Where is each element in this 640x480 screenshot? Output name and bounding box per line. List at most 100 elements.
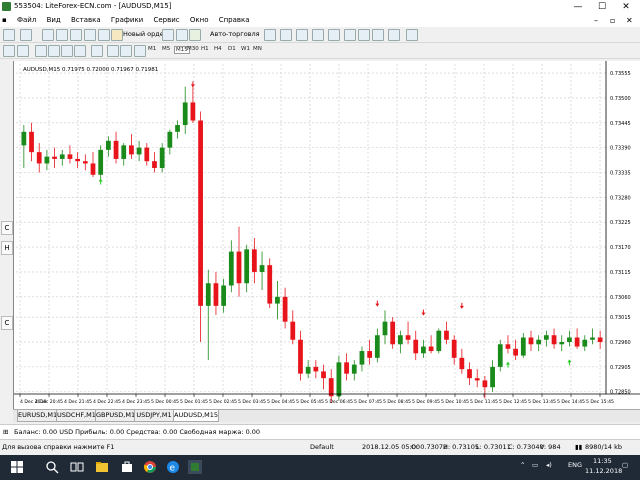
candle-body <box>259 265 265 272</box>
network-icon[interactable]: ▭ <box>532 461 538 469</box>
task-view-icon[interactable] <box>70 460 84 474</box>
auto-trading-button[interactable]: Авто-торговля <box>210 30 260 38</box>
candle-body <box>344 362 349 374</box>
candle-body <box>251 249 257 272</box>
candle-body <box>543 335 549 340</box>
indicators-icon[interactable] <box>388 29 400 41</box>
timeframe-h4[interactable]: H4 <box>214 46 222 52</box>
menu-file[interactable]: Файл <box>13 14 40 27</box>
chart-shift-icon[interactable] <box>372 29 384 41</box>
x-tick-label: 5 Dec 15:45 <box>586 399 614 405</box>
candlestick-chart-icon[interactable] <box>280 29 292 41</box>
zoom-out-icon[interactable] <box>328 29 340 41</box>
data-window-icon[interactable] <box>56 29 68 41</box>
menu-tools[interactable]: Сервис <box>149 14 183 27</box>
vertical-line-icon[interactable] <box>35 45 47 57</box>
terminal-icon[interactable] <box>84 29 96 41</box>
candle-body <box>574 337 580 347</box>
cursor-icon[interactable] <box>3 45 15 57</box>
clock-date[interactable]: 11.12.2018 <box>585 467 622 475</box>
timeframe-h1[interactable]: H1 <box>201 46 209 52</box>
shapes-icon[interactable] <box>134 45 146 57</box>
auto-scroll-icon[interactable] <box>358 29 370 41</box>
signals-icon[interactable] <box>176 29 188 41</box>
timeframe-mn[interactable]: MN <box>253 46 262 52</box>
trendline-icon[interactable] <box>61 45 73 57</box>
candle-body <box>129 145 134 155</box>
notifications-icon[interactable]: ▢ <box>622 461 628 469</box>
windows-start-icon[interactable] <box>10 460 24 474</box>
metaeditor-icon[interactable] <box>162 29 174 41</box>
candle-body <box>451 339 457 358</box>
side-tab-2[interactable]: H <box>1 241 13 255</box>
menu-help[interactable]: Справка <box>215 14 254 27</box>
text-icon[interactable] <box>107 45 119 57</box>
timeframe-m5[interactable]: M5 <box>162 46 170 52</box>
tab-usdjpy[interactable]: USDJPY,M1 <box>134 410 174 422</box>
tile-windows-icon[interactable] <box>344 29 356 41</box>
fibonacci-icon[interactable] <box>91 45 103 57</box>
y-tick-label: 0.73445 <box>610 121 631 127</box>
crosshair-icon[interactable] <box>17 45 29 57</box>
candle-body <box>121 145 127 159</box>
candlestick-chart[interactable]: 0.72850 0.72905 0.72960 0.73015 0.73060 0.731… <box>14 61 640 409</box>
menu-window[interactable]: Окно <box>186 14 213 27</box>
candle-body <box>159 147 165 168</box>
profiles-icon[interactable] <box>20 29 32 41</box>
market-watch-icon[interactable] <box>42 29 54 41</box>
store-icon[interactable] <box>120 460 134 474</box>
line-chart-icon[interactable] <box>296 29 308 41</box>
new-order-icon[interactable] <box>111 29 123 41</box>
volume-icon[interactable]: ◂) <box>546 461 552 469</box>
file-explorer-icon[interactable] <box>95 460 109 474</box>
child-close-button[interactable]: ✕ <box>622 14 637 27</box>
tray-arrow-icon[interactable]: ⌃ <box>520 461 525 469</box>
y-tick-label: 0.72905 <box>610 365 631 371</box>
tester-icon[interactable] <box>98 29 110 41</box>
candle-body <box>520 337 526 356</box>
y-tick-label: 0.72850 <box>610 390 631 396</box>
maximize-button[interactable]: ☐ <box>590 0 614 14</box>
text-label-icon[interactable] <box>120 45 132 57</box>
terminal-expand-icon[interactable]: ⊞ <box>3 428 8 436</box>
child-restore-button[interactable]: ▫ <box>606 14 619 27</box>
tab-usdchf[interactable]: USDCHF,M1 <box>56 410 96 422</box>
candle-body <box>36 152 42 164</box>
candle-body <box>59 154 65 159</box>
chart-window[interactable]: 0.72850 0.72905 0.72960 0.73015 0.73060 0.731… <box>13 61 640 409</box>
side-tab-3[interactable]: C <box>1 316 13 330</box>
tab-gbpusd[interactable]: GBPUSD,M1 <box>95 410 135 422</box>
auto-trading-icon[interactable] <box>189 29 201 41</box>
candle-body <box>236 251 242 284</box>
navigator-icon[interactable] <box>70 29 82 41</box>
menu-charts[interactable]: Графики <box>107 14 147 27</box>
menu-insert[interactable]: Вставка <box>67 14 105 27</box>
timeframe-m30[interactable]: M30 <box>187 46 199 52</box>
child-minimize-button[interactable]: – <box>590 14 602 27</box>
menu-bar: ▪ Файл Вид Вставка Графики Сервис Окно С… <box>0 14 640 27</box>
menu-view[interactable]: Вид <box>43 14 65 27</box>
chrome-icon[interactable] <box>143 460 157 474</box>
edge-icon[interactable]: e <box>166 460 180 474</box>
title-bar: 553504: LiteForex-ECN.com - [AUDUSD,M15]… <box>0 0 640 15</box>
timeframe-w1[interactable]: W1 <box>241 46 250 52</box>
equidistant-channel-icon[interactable] <box>74 45 86 57</box>
zoom-in-icon[interactable] <box>312 29 324 41</box>
side-tab-1[interactable]: C <box>1 221 13 235</box>
search-icon[interactable] <box>45 460 59 474</box>
timeframe-m1[interactable]: M1 <box>148 46 156 52</box>
minimize-button[interactable]: — <box>566 0 590 14</box>
periods-icon[interactable] <box>406 29 418 41</box>
clock-time[interactable]: 11:35 <box>593 457 612 465</box>
tab-eurusd[interactable]: EURUSD,M1 <box>17 410 57 422</box>
new-chart-icon[interactable] <box>3 29 15 41</box>
close-button[interactable]: ✕ <box>614 0 638 14</box>
metatrader-taskbar-icon[interactable] <box>188 460 202 474</box>
timeframe-d1[interactable]: D1 <box>228 46 236 52</box>
candle-body <box>182 102 188 126</box>
horizontal-line-icon[interactable] <box>48 45 60 57</box>
bar-chart-icon[interactable] <box>264 29 276 41</box>
tab-audusd[interactable]: AUDUSD,M15 <box>173 410 219 422</box>
candle-body <box>528 337 534 345</box>
language-indicator[interactable]: ENG <box>568 461 582 469</box>
